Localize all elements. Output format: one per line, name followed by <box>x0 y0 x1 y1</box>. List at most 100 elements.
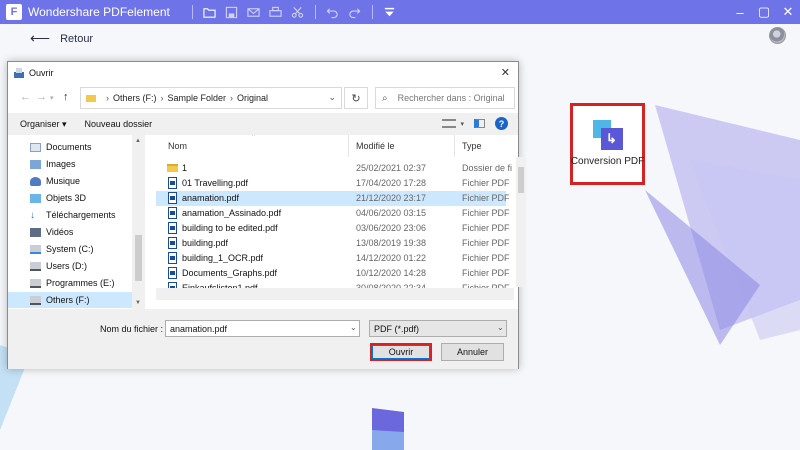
pdf-file-icon <box>168 222 177 234</box>
file-name: Documents_Graphs.pdf <box>182 268 278 278</box>
file-type: Fichier PDF <box>462 178 510 188</box>
file-type: Fichier PDF <box>462 208 510 218</box>
file-modified: 25/02/2021 02:37 <box>356 163 427 173</box>
file-row[interactable]: building_1_OCR.pdf 14/12/2020 01:22 Fich… <box>156 251 510 266</box>
file-row[interactable]: building to be edited.pdf 03/06/2020 23:… <box>156 221 510 236</box>
cancel-button[interactable]: Annuler <box>441 343 504 361</box>
file-row[interactable]: building.pdf 13/08/2019 19:38 Fichier PD… <box>156 236 510 251</box>
file-type: Fichier PDF <box>462 238 510 248</box>
file-modified: 21/12/2020 23:17 <box>356 193 427 203</box>
file-row-selected[interactable]: anamation.pdf 21/12/2020 23:17 Fichier P… <box>156 191 510 206</box>
scrollbar-thumb[interactable] <box>518 167 524 193</box>
new-folder-button[interactable]: Nouveau dossier <box>85 119 153 129</box>
nav-item-label: System (C:) <box>46 244 94 254</box>
filename-dropdown-icon[interactable]: ⌄ <box>350 323 357 332</box>
breadcrumb-item[interactable]: Others (F:) <box>113 93 157 103</box>
filetype-select[interactable]: PDF (*.pdf) <box>369 320 507 337</box>
file-row[interactable]: Documents_Graphs.pdf 10/12/2020 14:28 Fi… <box>156 266 510 281</box>
file-row[interactable]: 01 Travelling.pdf 17/04/2020 17:28 Fichi… <box>156 176 510 191</box>
conversion-pdf-label: Conversion PDF <box>570 156 645 167</box>
conversion-pdf-card[interactable]: ↳ Conversion PDF <box>570 103 645 185</box>
conversion-pdf-icon: ↳ <box>592 120 623 150</box>
nav-item-label: Documents <box>46 142 92 152</box>
nav-item-objects3d[interactable]: Objets 3D <box>30 190 86 206</box>
file-type: Dossier de fic <box>462 163 512 173</box>
column-header-modified[interactable]: Modifié le <box>356 135 395 157</box>
file-modified: 10/12/2020 14:28 <box>356 268 427 278</box>
nav-item-system-c[interactable]: System (C:) <box>30 241 94 257</box>
nav-item-label: Images <box>46 159 76 169</box>
organize-menu[interactable]: Organiser ▾ <box>20 119 67 130</box>
file-modified: 03/06/2020 23:06 <box>356 223 427 233</box>
nav-item-label: Objets 3D <box>46 193 87 203</box>
file-row[interactable]: anamation_Assinado.pdf 04/06/2020 03:15 … <box>156 206 510 221</box>
videos-icon <box>30 227 41 237</box>
search-icon: ⌕ <box>382 92 388 104</box>
pdf-file-icon <box>168 207 177 219</box>
open-button[interactable]: Ouvrir <box>370 343 432 361</box>
breadcrumb-item[interactable]: Original <box>237 93 268 103</box>
documents-icon <box>30 142 41 152</box>
file-name: building.pdf <box>182 238 229 248</box>
preview-pane-icon[interactable] <box>474 119 485 128</box>
file-modified: 13/08/2019 19:38 <box>356 238 427 248</box>
scroll-up-icon[interactable]: ▲ <box>135 138 141 144</box>
file-type: Fichier PDF <box>462 268 510 278</box>
view-dropdown-icon[interactable]: ▾ <box>460 120 464 128</box>
file-list-hscrollbar[interactable] <box>156 288 514 300</box>
file-list-vscrollbar[interactable] <box>516 157 526 287</box>
address-bar[interactable]: › Others (F:) › Sample Folder › Original… <box>80 87 342 109</box>
nav-item-programs-e[interactable]: Programmes (E:) <box>30 275 115 291</box>
dialog-titlebar: Ouvrir <box>8 62 518 84</box>
filename-label: Nom du fichier : <box>100 324 164 334</box>
search-input[interactable]: ⌕ Rechercher dans : Original <box>375 87 515 109</box>
column-divider[interactable] <box>454 135 455 157</box>
folder-icon <box>167 164 178 172</box>
file-type: Fichier PDF <box>462 253 510 263</box>
drive-icon <box>30 244 41 254</box>
pdf-file-icon <box>168 237 177 249</box>
recent-locations-icon[interactable]: ▾ <box>50 94 54 102</box>
back-nav-icon[interactable]: ← <box>20 91 31 103</box>
breadcrumb-item[interactable]: Sample Folder <box>168 93 227 103</box>
address-row: ← → ▾ ↑ › Others (F:) › Sample Folder › … <box>8 87 518 109</box>
open-dialog-icon <box>13 67 25 79</box>
column-divider[interactable] <box>348 135 349 157</box>
open-file-dialog: Ouvrir ✕ ← → ▾ ↑ › Others (F:) › Sample … <box>7 61 526 369</box>
nav-pane-scrollbar[interactable]: ▲ ▼ <box>132 135 145 309</box>
nav-item-images[interactable]: Images <box>30 156 76 172</box>
up-folder-icon[interactable]: ↑ <box>63 91 69 103</box>
nav-item-downloads[interactable]: ↓ Téléchargements <box>30 207 116 223</box>
column-header-type[interactable]: Type <box>462 135 482 157</box>
forward-nav-icon[interactable]: → <box>36 91 47 103</box>
refresh-icon: ↻ <box>351 92 361 105</box>
search-placeholder: Rechercher dans : Original <box>397 93 505 103</box>
folder-small-icon <box>86 95 96 102</box>
help-icon[interactable]: ? <box>495 117 508 130</box>
nav-item-label: Téléchargements <box>46 210 116 220</box>
drive-icon <box>30 278 41 288</box>
nav-item-label: Vidéos <box>46 227 74 237</box>
nav-item-users-d[interactable]: Users (D:) <box>30 258 87 274</box>
view-options-icon[interactable] <box>442 119 457 128</box>
nav-item-documents[interactable]: Documents <box>30 139 92 155</box>
nav-item-music[interactable]: Musique <box>30 173 80 189</box>
file-type: Fichier PDF <box>462 193 510 203</box>
scrollbar-thumb[interactable] <box>135 235 142 281</box>
file-modified: 04/06/2020 03:15 <box>356 208 427 218</box>
chevron-down-icon[interactable]: ⌄ <box>328 92 336 103</box>
objects3d-icon <box>30 193 41 203</box>
music-icon <box>30 176 41 186</box>
filename-input[interactable]: anamation.pdf <box>165 320 360 337</box>
command-bar: Organiser ▾ Nouveau dossier ▾ ? <box>8 113 518 135</box>
filetype-dropdown-icon[interactable]: ⌄ <box>497 323 504 332</box>
dialog-close-icon[interactable]: ✕ <box>501 66 510 79</box>
nav-item-others-f[interactable]: Others (F:) <box>8 292 138 308</box>
refresh-button[interactable]: ↻ <box>344 87 368 109</box>
dialog-footer: Nom du fichier : anamation.pdf ⌄ PDF (*.… <box>8 309 518 369</box>
file-row[interactable]: 1 25/02/2021 02:37 Dossier de fic <box>156 161 512 176</box>
nav-item-videos[interactable]: Vidéos <box>30 224 73 240</box>
file-name: anamation.pdf <box>182 193 240 203</box>
scroll-down-icon[interactable]: ▼ <box>135 300 141 306</box>
column-header-name[interactable]: Nom <box>168 135 187 157</box>
